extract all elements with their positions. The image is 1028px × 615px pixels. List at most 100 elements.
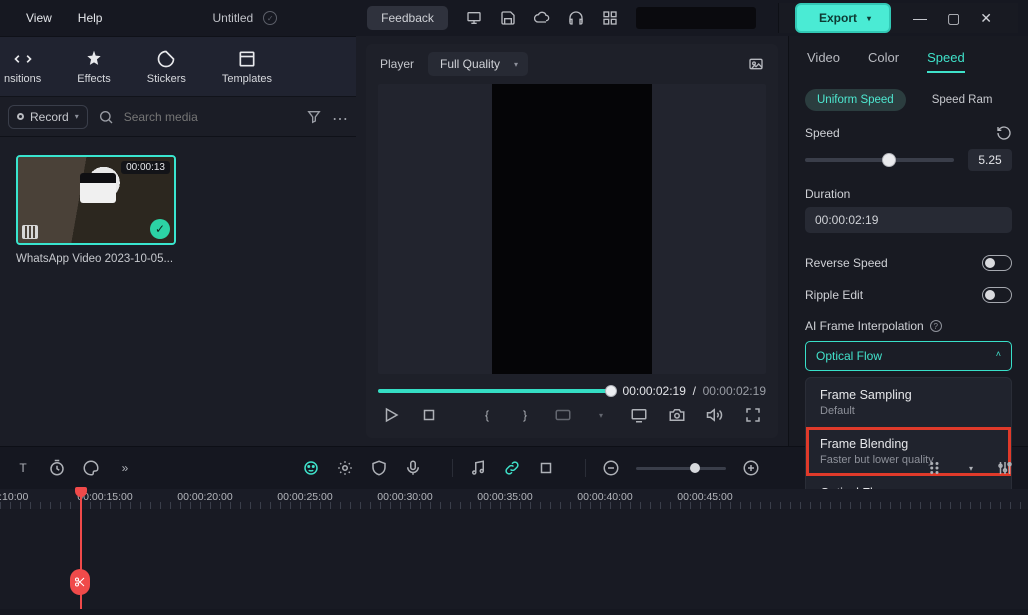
used-badge-icon: ✓ [150, 219, 170, 239]
reverse-toggle[interactable] [982, 255, 1012, 271]
tab-effects[interactable]: Effects [77, 49, 110, 85]
stickers-icon [156, 49, 176, 69]
chevron-down-icon: ▾ [867, 14, 871, 23]
ai-face-icon[interactable] [302, 459, 320, 477]
snapshot-icon[interactable] [748, 56, 764, 72]
tab-transitions[interactable]: nsitions [4, 49, 41, 85]
headphones-icon[interactable] [568, 10, 584, 26]
preview-panel: Player Full Quality▾ 00:00:02:19 / 00:00… [356, 36, 788, 446]
record-button[interactable]: Record ▾ [8, 105, 88, 129]
media-panel: nsitions Effects Stickers Templates Reco… [0, 36, 356, 446]
camera-icon[interactable] [668, 406, 686, 424]
inspector-panel: Video Color Speed Uniform Speed Speed Ra… [788, 36, 1028, 446]
cut-handle[interactable] [70, 569, 90, 595]
feedback-button[interactable]: Feedback [367, 6, 448, 30]
tab-stickers[interactable]: Stickers [147, 49, 186, 85]
speed-value[interactable]: 5.25 [968, 149, 1012, 171]
search-input[interactable] [124, 110, 296, 124]
video-badge-icon [22, 225, 38, 239]
more-icon[interactable]: ⋯ [332, 109, 348, 125]
preview-label: Player [380, 57, 414, 71]
ripple-toggle[interactable] [982, 287, 1012, 303]
preview-slider[interactable] [378, 389, 611, 393]
grid-icon[interactable] [602, 10, 618, 26]
menu-help[interactable]: Help [78, 11, 103, 25]
timeline-tracks[interactable] [0, 509, 1028, 609]
account-box[interactable] [636, 7, 756, 29]
clip-duration: 00:00:13 [121, 161, 170, 174]
caption-icon[interactable] [554, 406, 572, 424]
duration-label: Duration [805, 187, 850, 201]
option-frame-blending[interactable]: Frame Blending Faster but lower quality [806, 427, 1011, 476]
sparkle-icon[interactable] [336, 459, 354, 477]
saved-status-icon: ✓ [263, 11, 277, 25]
zoom-slider[interactable] [636, 467, 726, 470]
mixer-icon[interactable] [996, 459, 1014, 477]
mark-out-button[interactable]: } [516, 406, 534, 424]
maximize-button[interactable]: ▢ [947, 10, 960, 27]
uniform-speed-pill[interactable]: Uniform Speed [805, 89, 906, 111]
stop-button[interactable] [420, 406, 438, 424]
timecode: 00:00:02:19 / 00:00:02:19 [623, 384, 766, 398]
speed-slider[interactable] [805, 158, 954, 162]
media-clip[interactable]: 00:00:13 ✓ WhatsApp Video 2023-10-05... [16, 155, 176, 265]
timeline-ruler[interactable]: ):10:00 00:00:15:00 00:00:20:00 00:00:25… [0, 489, 1028, 509]
timer-icon[interactable] [48, 459, 66, 477]
cloud-icon[interactable] [534, 10, 550, 26]
music-icon[interactable] [469, 459, 487, 477]
crop-icon[interactable] [537, 459, 555, 477]
tab-color[interactable]: Color [868, 50, 899, 73]
close-button[interactable]: ✕ [980, 10, 992, 27]
more-tools-icon[interactable]: » [116, 459, 134, 477]
ripple-label: Ripple Edit [805, 288, 863, 302]
interpolation-select[interactable]: Optical Flow ˄ [805, 341, 1012, 371]
chevron-down-icon: ▾ [514, 60, 518, 69]
mic-icon[interactable] [404, 459, 422, 477]
export-button[interactable]: Export ▾ [795, 3, 891, 33]
chevron-down-icon[interactable]: ▾ [592, 406, 610, 424]
info-icon[interactable]: ? [930, 320, 942, 332]
minimize-button[interactable]: — [913, 10, 927, 27]
display-icon[interactable] [630, 406, 648, 424]
interpolation-label: AI Frame Interpolation [805, 319, 924, 333]
chevron-up-icon: ˄ [996, 349, 1001, 363]
link-icon[interactable] [503, 459, 521, 477]
option-frame-sampling[interactable]: Frame Sampling Default [806, 378, 1011, 427]
export-label: Export [819, 11, 857, 25]
shield-icon[interactable] [370, 459, 388, 477]
tab-templates[interactable]: Templates [222, 49, 272, 85]
speed-ramp-pill[interactable]: Speed Ram [920, 89, 1005, 111]
record-icon [17, 113, 24, 120]
desktop-icon[interactable] [466, 10, 482, 26]
duration-input[interactable]: 00:00:02:19 [805, 207, 1012, 233]
transitions-icon [13, 49, 33, 69]
search-icon [98, 109, 114, 125]
list-view-icon[interactable] [928, 459, 946, 477]
fullscreen-icon[interactable] [744, 406, 762, 424]
quality-select[interactable]: Full Quality▾ [428, 52, 528, 76]
save-icon[interactable] [500, 10, 516, 26]
chevron-down-icon[interactable]: ▾ [962, 459, 980, 477]
reset-speed-icon[interactable] [996, 125, 1012, 141]
volume-icon[interactable] [706, 406, 724, 424]
tab-speed[interactable]: Speed [927, 50, 965, 73]
templates-icon [237, 49, 257, 69]
zoom-in-button[interactable] [742, 459, 760, 477]
zoom-out-button[interactable] [602, 459, 620, 477]
clip-thumbnail[interactable]: 00:00:13 ✓ [16, 155, 176, 245]
text-tool-icon[interactable]: T [14, 459, 32, 477]
mark-in-button[interactable]: { [478, 406, 496, 424]
menu-view[interactable]: View [26, 11, 52, 25]
reverse-label: Reverse Speed [805, 256, 888, 270]
preview-stage[interactable] [378, 84, 766, 374]
clip-name: WhatsApp Video 2023-10-05... [16, 253, 176, 265]
palette-icon[interactable] [82, 459, 100, 477]
titlebar: View Help Untitled ✓ Feedback Export ▾ —… [0, 0, 1028, 36]
tab-video[interactable]: Video [807, 50, 840, 73]
effects-icon [84, 49, 104, 69]
play-button[interactable] [382, 406, 400, 424]
document-title: Untitled [212, 11, 253, 25]
filter-icon[interactable] [306, 109, 322, 125]
chevron-down-icon: ▾ [75, 112, 79, 121]
speed-label: Speed [805, 126, 840, 140]
